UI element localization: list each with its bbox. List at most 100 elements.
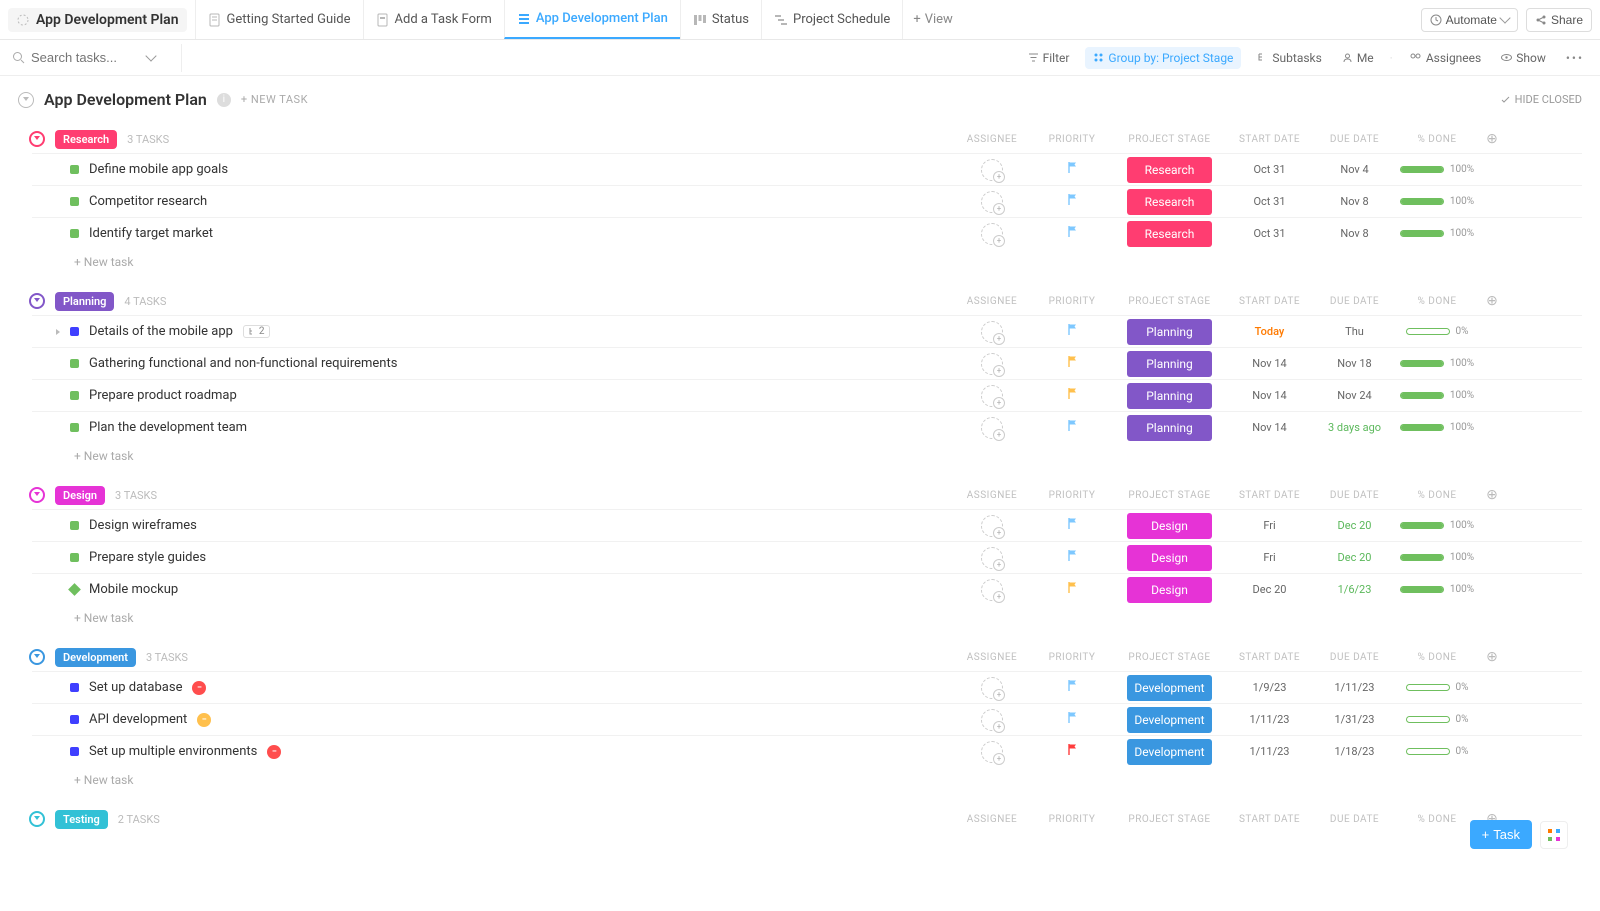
apps-button[interactable]: [1540, 821, 1568, 849]
start-date-cell[interactable]: Fri: [1227, 519, 1312, 532]
assignee-picker[interactable]: [981, 159, 1003, 181]
assignee-picker[interactable]: [981, 515, 1003, 537]
priority-cell[interactable]: [1032, 193, 1112, 210]
start-date-cell[interactable]: Nov 14: [1227, 357, 1312, 370]
due-date-cell[interactable]: Thu: [1312, 325, 1397, 338]
new-task-header-button[interactable]: + NEW TASK: [241, 93, 308, 106]
start-date-cell[interactable]: Nov 14: [1227, 389, 1312, 402]
status-square[interactable]: [70, 391, 79, 400]
priority-cell[interactable]: [1032, 387, 1112, 404]
new-task-row[interactable]: + New task: [32, 443, 1582, 463]
group-chip[interactable]: Development: [55, 648, 136, 667]
tab-project-schedule[interactable]: Project Schedule: [761, 0, 902, 39]
task-row[interactable]: Identify target market Research Oct 31 N…: [32, 217, 1582, 249]
assignee-picker[interactable]: [981, 385, 1003, 407]
col-stage[interactable]: PROJECT STAGE: [1112, 814, 1227, 825]
status-square[interactable]: [70, 327, 79, 336]
col-done[interactable]: % DONE: [1397, 652, 1477, 663]
start-date-cell[interactable]: Dec 20: [1227, 583, 1312, 596]
stage-cell[interactable]: Design: [1127, 545, 1212, 571]
list-title-chip[interactable]: App Development Plan: [8, 8, 187, 32]
add-column-button[interactable]: ⊕: [1477, 131, 1507, 147]
col-done[interactable]: % DONE: [1397, 490, 1477, 501]
stage-cell[interactable]: Development: [1127, 707, 1212, 733]
group-collapse-toggle[interactable]: [29, 649, 45, 665]
task-row[interactable]: Plan the development team Planning Nov 1…: [32, 411, 1582, 443]
progress-cell[interactable]: 100%: [1397, 228, 1477, 239]
progress-cell[interactable]: 100%: [1397, 422, 1477, 433]
progress-cell[interactable]: 100%: [1397, 196, 1477, 207]
col-stage[interactable]: PROJECT STAGE: [1112, 134, 1227, 145]
progress-cell[interactable]: 100%: [1397, 164, 1477, 175]
task-row[interactable]: Set up database − Development 1/9/23 1/1…: [32, 671, 1582, 703]
due-date-cell[interactable]: Nov 8: [1312, 227, 1397, 240]
start-date-cell[interactable]: Today: [1227, 325, 1312, 338]
start-date-cell[interactable]: Nov 14: [1227, 421, 1312, 434]
filter-button[interactable]: Filter: [1024, 49, 1074, 67]
status-square[interactable]: [70, 359, 79, 368]
chevron-down-icon[interactable]: [145, 50, 156, 61]
progress-cell[interactable]: 100%: [1397, 520, 1477, 531]
add-view-button[interactable]: + View: [902, 0, 963, 39]
tab-status[interactable]: Status: [680, 0, 761, 39]
collapse-all-button[interactable]: [18, 92, 34, 108]
task-row[interactable]: Prepare product roadmap Planning Nov 14 …: [32, 379, 1582, 411]
start-date-cell[interactable]: 1/11/23: [1227, 745, 1312, 758]
status-badge[interactable]: −: [267, 745, 281, 759]
stage-cell[interactable]: Design: [1127, 577, 1212, 603]
status-badge[interactable]: −: [197, 713, 211, 727]
automate-button[interactable]: Automate: [1421, 8, 1518, 32]
status-square[interactable]: [70, 197, 79, 206]
task-row[interactable]: Competitor research Research Oct 31 Nov …: [32, 185, 1582, 217]
status-badge[interactable]: −: [192, 681, 206, 695]
assignee-picker[interactable]: [981, 677, 1003, 699]
status-square[interactable]: [70, 747, 79, 756]
search-box[interactable]: [12, 44, 182, 72]
stage-cell[interactable]: Research: [1127, 157, 1212, 183]
due-date-cell[interactable]: Nov 18: [1312, 357, 1397, 370]
add-column-button[interactable]: ⊕: [1477, 649, 1507, 665]
share-button[interactable]: Share: [1526, 8, 1592, 32]
group-collapse-toggle[interactable]: [29, 293, 45, 309]
col-start[interactable]: START DATE: [1227, 490, 1312, 501]
group-chip[interactable]: Research: [55, 130, 117, 149]
assignee-picker[interactable]: [981, 579, 1003, 601]
task-row[interactable]: Prepare style guides Design Fri Dec 20 1…: [32, 541, 1582, 573]
subtask-count[interactable]: 2: [243, 325, 270, 338]
stage-cell[interactable]: Planning: [1127, 319, 1212, 345]
stage-cell[interactable]: Development: [1127, 675, 1212, 701]
col-start[interactable]: START DATE: [1227, 814, 1312, 825]
col-priority[interactable]: PRIORITY: [1032, 814, 1112, 825]
group-chip[interactable]: Testing: [55, 810, 108, 829]
assignee-picker[interactable]: [981, 353, 1003, 375]
new-task-row[interactable]: + New task: [32, 249, 1582, 269]
col-done[interactable]: % DONE: [1397, 814, 1477, 825]
group-collapse-toggle[interactable]: [29, 487, 45, 503]
tab-add-a-task-form[interactable]: Add a Task Form: [363, 0, 504, 39]
col-priority[interactable]: PRIORITY: [1032, 652, 1112, 663]
assignee-picker[interactable]: [981, 321, 1003, 343]
assignee-picker[interactable]: [981, 709, 1003, 731]
task-row[interactable]: Define mobile app goals Research Oct 31 …: [32, 153, 1582, 185]
col-assignee[interactable]: ASSIGNEE: [952, 490, 1032, 501]
col-due[interactable]: DUE DATE: [1312, 296, 1397, 307]
due-date-cell[interactable]: 3 days ago: [1312, 421, 1397, 434]
task-row[interactable]: Details of the mobile app 2 Planning Tod…: [32, 315, 1582, 347]
status-square[interactable]: [70, 165, 79, 174]
task-row[interactable]: API development − Development 1/11/23 1/…: [32, 703, 1582, 735]
progress-cell[interactable]: 100%: [1397, 552, 1477, 563]
new-task-row[interactable]: + New task: [32, 767, 1582, 787]
col-done[interactable]: % DONE: [1397, 134, 1477, 145]
assignee-picker[interactable]: [981, 223, 1003, 245]
priority-cell[interactable]: [1032, 549, 1112, 566]
progress-cell[interactable]: 100%: [1397, 390, 1477, 401]
progress-cell[interactable]: 0%: [1397, 714, 1477, 725]
hide-closed-button[interactable]: HIDE CLOSED: [1500, 93, 1582, 106]
due-date-cell[interactable]: 1/31/23: [1312, 713, 1397, 726]
stage-cell[interactable]: Planning: [1127, 415, 1212, 441]
col-due[interactable]: DUE DATE: [1312, 134, 1397, 145]
stage-cell[interactable]: Research: [1127, 221, 1212, 247]
group-chip[interactable]: Design: [55, 486, 105, 505]
col-due[interactable]: DUE DATE: [1312, 814, 1397, 825]
show-button[interactable]: Show: [1497, 49, 1550, 67]
